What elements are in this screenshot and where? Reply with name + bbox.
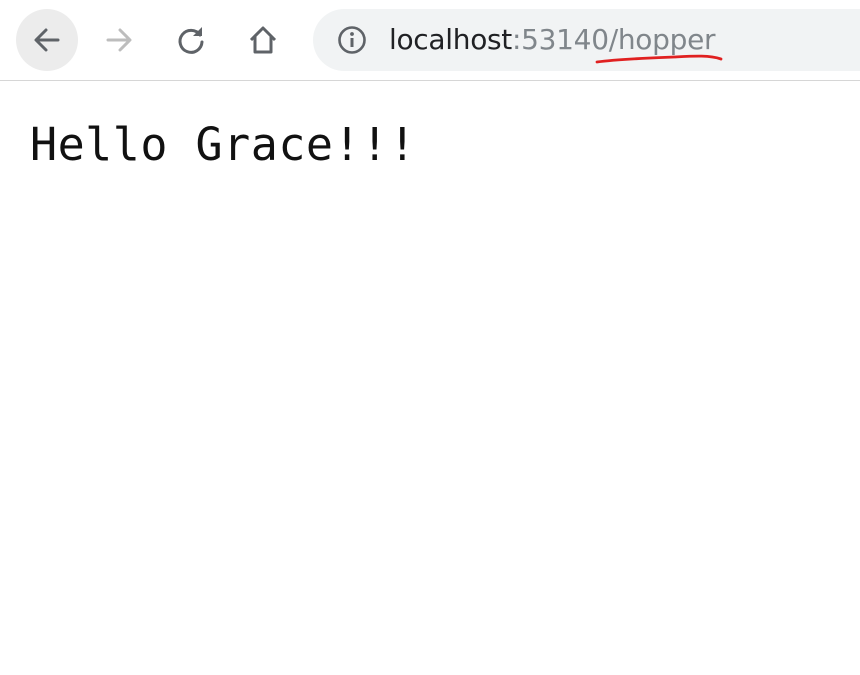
home-button[interactable]: [232, 9, 294, 71]
arrow-left-icon: [34, 28, 60, 52]
forward-button[interactable]: [88, 9, 150, 71]
reload-icon: [178, 27, 204, 54]
page-body-text: Hello Grace!!!: [30, 118, 417, 171]
url-host: localhost: [389, 23, 512, 56]
browser-toolbar: localhost:53140/hopper: [0, 0, 860, 81]
arrow-right-icon: [106, 28, 132, 52]
info-icon[interactable]: [337, 25, 367, 55]
reload-button[interactable]: [160, 9, 222, 71]
home-icon: [249, 26, 277, 54]
back-button[interactable]: [16, 9, 78, 71]
address-bar[interactable]: localhost:53140/hopper: [313, 9, 860, 71]
red-underline-annotation: [595, 54, 723, 64]
